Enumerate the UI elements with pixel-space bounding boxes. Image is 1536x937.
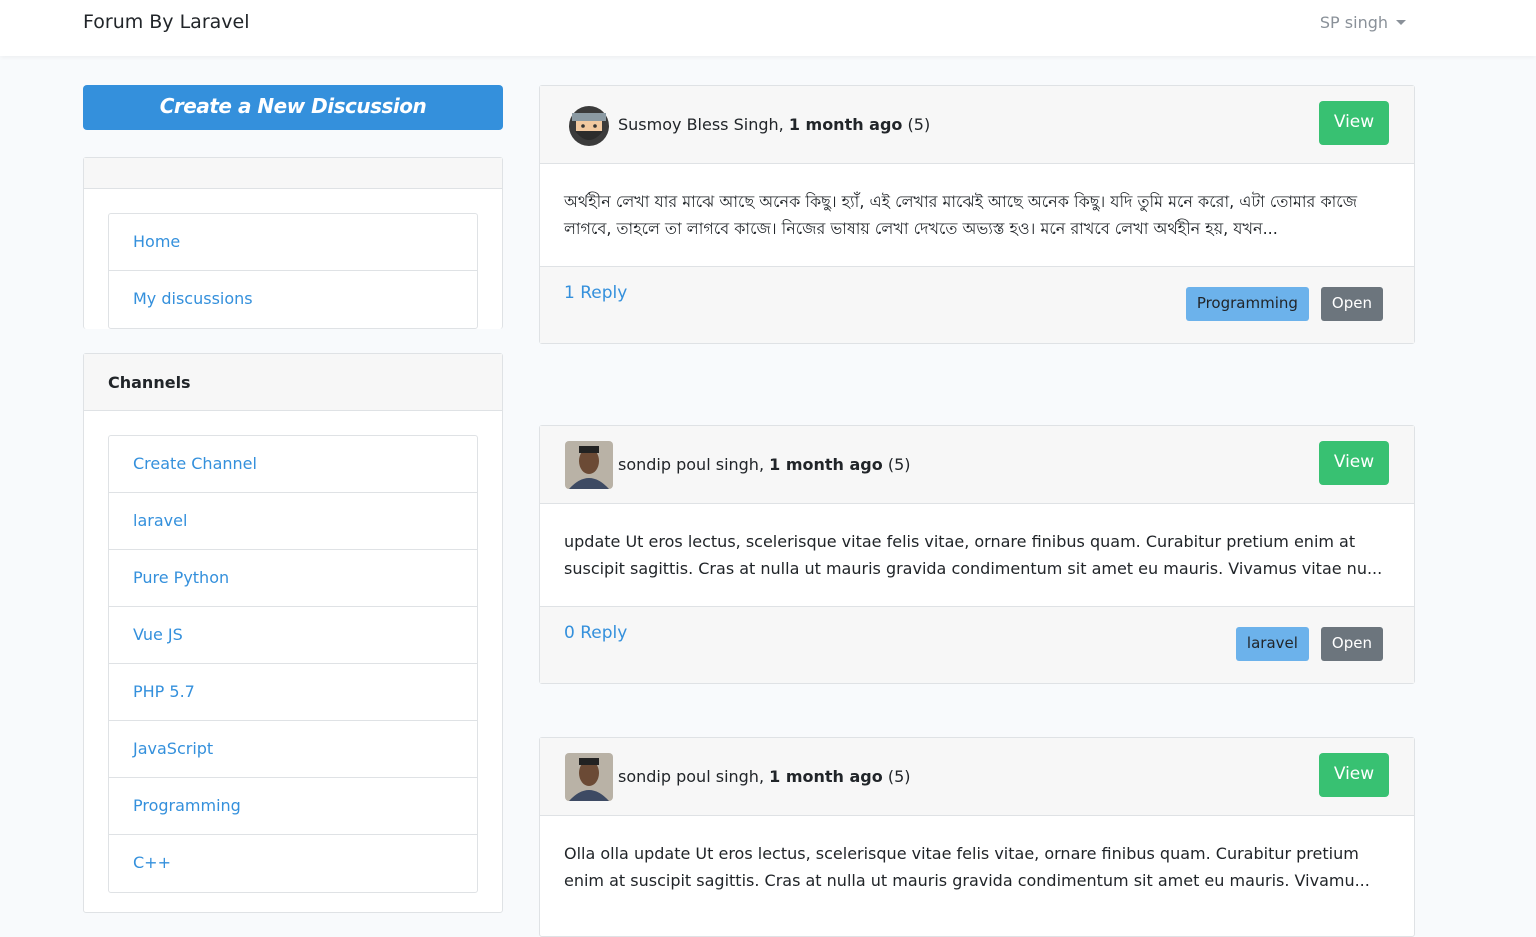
channel-laravel[interactable]: laravel	[109, 493, 477, 550]
status-badge: Open	[1320, 627, 1383, 661]
reply-count[interactable]: 1 Reply	[564, 283, 627, 303]
view-button[interactable]: View	[1319, 441, 1389, 485]
discussion-header: sondip poul singh, 1 month ago (5) View	[540, 426, 1414, 504]
channel-javascript[interactable]: JavaScript	[109, 721, 477, 778]
create-discussion-button[interactable]: Create a New Discussion	[83, 85, 503, 130]
navbar: Forum By Laravel SP singh	[0, 0, 1536, 56]
timestamp: 1 month ago	[788, 115, 903, 134]
discussion-body: অর্থহীন লেখা যার মাঝে আছে অনেক কিছু। হ্য…	[540, 164, 1414, 267]
discussion-header: sondip poul singh, 1 month ago (5) View	[540, 738, 1414, 816]
channels-title: Channels	[84, 354, 502, 411]
discussion-footer: 0 Reply laravel Open	[540, 607, 1414, 683]
count: (5)	[887, 455, 911, 474]
channel-cpp[interactable]: C++	[109, 835, 477, 892]
nav-item-home[interactable]: Home	[109, 214, 477, 271]
discussion-meta: Susmoy Bless Singh, 1 month ago (5)	[618, 115, 930, 134]
view-button[interactable]: View	[1319, 753, 1389, 797]
channels-card: Channels Create Channel laravel Pure Pyt…	[83, 353, 503, 913]
user-dropdown[interactable]: SP singh	[1320, 13, 1406, 32]
brand-link[interactable]: Forum By Laravel	[83, 11, 250, 33]
channel-php[interactable]: PHP 5.7	[109, 664, 477, 721]
avatar	[565, 440, 613, 489]
author-name: Susmoy Bless Singh,	[618, 115, 784, 134]
channel-badge[interactable]: Programming	[1185, 287, 1309, 321]
reply-count[interactable]: 0 Reply	[564, 623, 627, 643]
channel-programming[interactable]: Programming	[109, 778, 477, 835]
channel-pure-python[interactable]: Pure Python	[109, 550, 477, 607]
nav-card: Home My discussions	[83, 157, 503, 329]
discussion-card: sondip poul singh, 1 month ago (5) View …	[539, 737, 1415, 937]
channel-create[interactable]: Create Channel	[109, 436, 477, 493]
author-name: sondip poul singh,	[618, 455, 765, 474]
discussion-footer: 1 Reply Programming Open	[540, 267, 1414, 343]
sidebar: Create a New Discussion Home My discussi…	[83, 85, 503, 913]
timestamp: 1 month ago	[769, 767, 883, 786]
count: (5)	[907, 115, 931, 134]
channel-vue-js[interactable]: Vue JS	[109, 607, 477, 664]
author-name: sondip poul singh,	[618, 767, 765, 786]
discussion-meta: sondip poul singh, 1 month ago (5)	[618, 767, 911, 786]
discussion-body: update Ut eros lectus, scelerisque vitae…	[540, 504, 1414, 607]
view-button[interactable]: View	[1319, 101, 1389, 145]
discussion-body: Olla olla update Ut eros lectus, sceleri…	[564, 844, 1370, 890]
timestamp: 1 month ago	[769, 455, 883, 474]
discussion-card: Susmoy Bless Singh, 1 month ago (5) View…	[539, 85, 1415, 344]
nav-list: Home My discussions	[108, 213, 478, 329]
channel-badge[interactable]: laravel	[1235, 627, 1309, 661]
nav-item-my-discussions[interactable]: My discussions	[109, 271, 477, 328]
avatar	[565, 101, 613, 149]
nav-card-header	[84, 158, 502, 189]
avatar	[565, 752, 613, 801]
count: (5)	[887, 767, 911, 786]
channels-list: Create Channel laravel Pure Python Vue J…	[108, 435, 478, 893]
discussion-meta: sondip poul singh, 1 month ago (5)	[618, 455, 911, 474]
discussion-header: Susmoy Bless Singh, 1 month ago (5) View	[540, 86, 1414, 164]
status-badge: Open	[1320, 287, 1383, 321]
discussion-card: sondip poul singh, 1 month ago (5) View …	[539, 425, 1415, 684]
